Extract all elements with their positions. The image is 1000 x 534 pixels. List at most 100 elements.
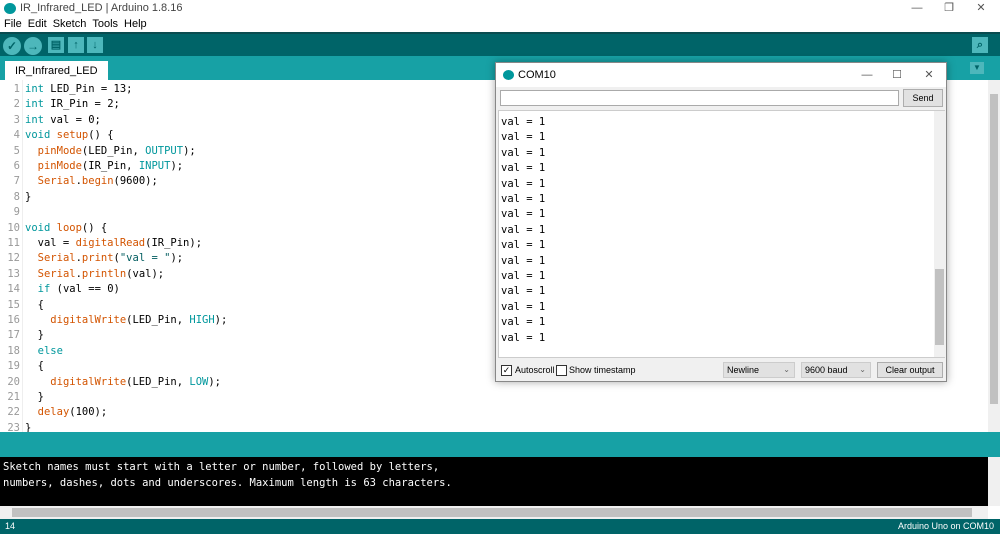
code-token: print	[81, 252, 114, 265]
code-token: if	[37, 283, 51, 296]
line-number: 22	[7, 406, 20, 419]
tab-ir-infrared-led[interactable]: IR_Infrared_LED	[5, 61, 108, 80]
console-horizontal-scrollbar[interactable]	[0, 506, 988, 519]
serial-output-line: val = 1	[501, 239, 546, 252]
show-timestamp-checkbox[interactable]	[556, 365, 567, 376]
serial-output-line: val = 1	[501, 208, 546, 221]
code-token: INPUT	[138, 160, 171, 172]
serial-output-line: val = 1	[501, 300, 546, 313]
window-title: IR_Infrared_LED | Arduino 1.8.16	[20, 2, 183, 14]
code-token: val =	[25, 237, 76, 249]
restore-button[interactable]: ❐	[934, 0, 964, 16]
code-token: {	[25, 298, 44, 311]
open-button[interactable]: ↑	[68, 37, 84, 53]
clear-output-button[interactable]: Clear output	[877, 362, 943, 378]
code-token: );	[208, 375, 221, 388]
code-token: LED_Pin = 13;	[50, 83, 133, 95]
line-number: 13	[7, 267, 20, 280]
code-line: Serial.print("val = ");	[25, 252, 183, 264]
code-token: (100);	[69, 406, 108, 419]
serial-close-button[interactable]: ✕	[914, 67, 944, 83]
code-token: setup	[56, 129, 89, 142]
line-number: 2	[13, 98, 20, 111]
line-number: 6	[13, 160, 20, 172]
minimize-button[interactable]: —	[902, 0, 932, 16]
line-number: 14	[7, 283, 20, 296]
code-token: );	[170, 160, 184, 172]
code-token: }	[25, 391, 44, 403]
code-line: }	[25, 191, 31, 203]
code-line: {	[25, 360, 44, 372]
status-board: Arduino Uno on COM10	[897, 521, 994, 531]
code-line: int IR_Pin = 2;	[25, 98, 120, 110]
console-scrollbar[interactable]	[988, 457, 1000, 506]
baud-select[interactable]: 9600 baud ⌄	[801, 362, 871, 378]
console-output: Sketch names must start with a letter or…	[0, 457, 988, 506]
serial-input[interactable]	[500, 90, 899, 106]
code-token: OUTPUT	[145, 144, 184, 157]
menu-sketch[interactable]: Sketch	[53, 18, 87, 30]
code-line: {	[25, 299, 44, 311]
code-line: }	[25, 422, 31, 432]
line-number: 1	[13, 83, 20, 95]
code-token: }	[25, 190, 32, 203]
line-number: 16	[7, 314, 20, 326]
serial-output: val = 1 val = 1 val = 1 val = 1 val = 1 val =…	[498, 110, 945, 358]
line-number: 17	[7, 329, 20, 342]
save-button[interactable]: ↓	[87, 37, 103, 53]
code-token: int	[25, 98, 44, 111]
serial-monitor-window: COM10 — ☐ ✕ Send val = 1 val = 1 val = 1 va…	[495, 62, 947, 382]
verify-button[interactable]: ✓	[3, 37, 21, 55]
baud-value: 9600 baud	[805, 365, 848, 375]
code-line: }	[25, 329, 44, 341]
code-token: (IR_Pin,	[81, 160, 139, 172]
code-token: delay	[37, 406, 70, 419]
code-token: Serial	[37, 267, 76, 280]
code-token: () {	[88, 129, 114, 142]
code-token: loop	[56, 221, 82, 234]
serial-output-line: val = 1	[501, 254, 546, 267]
editor-scrollbar[interactable]	[988, 80, 1000, 432]
code-token: pinMode	[37, 160, 82, 172]
send-button[interactable]: Send	[903, 89, 943, 107]
code-token: HIGH	[189, 314, 215, 326]
code-token: IR_Pin = 2;	[50, 98, 120, 111]
code-token: digitalWrite	[50, 314, 127, 326]
code-line: if (val == 0)	[25, 283, 120, 295]
menu-edit[interactable]: Edit	[28, 18, 47, 30]
code-token: (LED_Pin,	[126, 375, 190, 388]
new-button[interactable]: ▤	[48, 37, 64, 53]
tab-menu-button[interactable]: ▼	[970, 62, 984, 74]
menu-tools[interactable]: Tools	[92, 18, 118, 30]
line-ending-select[interactable]: Newline ⌄	[723, 362, 795, 378]
code-token: begin	[81, 175, 114, 188]
upload-button[interactable]: →	[24, 37, 42, 55]
show-timestamp-label: Show timestamp	[569, 365, 636, 375]
serial-title: COM10	[518, 69, 556, 81]
serial-maximize-button[interactable]: ☐	[882, 67, 912, 83]
menu-file[interactable]: File	[4, 18, 22, 30]
serial-scrollbar[interactable]	[934, 111, 945, 357]
code-line: pinMode(LED_Pin, OUTPUT);	[25, 145, 196, 157]
close-button[interactable]: ✕	[966, 0, 996, 16]
serial-monitor-button[interactable]: ⌕	[972, 37, 988, 53]
serial-minimize-button[interactable]: —	[852, 67, 882, 83]
line-number: 20	[7, 375, 20, 388]
line-number: 19	[7, 360, 20, 373]
code-line: int LED_Pin = 13;	[25, 83, 132, 95]
line-number: 11	[7, 237, 20, 249]
autoscroll-checkbox[interactable]: ✓	[501, 365, 512, 376]
line-number: 21	[7, 391, 20, 403]
line-number: 7	[13, 175, 20, 188]
line-number: 9	[13, 206, 20, 219]
code-token: );	[214, 314, 228, 326]
menu-help[interactable]: Help	[124, 18, 147, 30]
serial-output-line: val = 1	[501, 116, 546, 128]
code-line: delay(100);	[25, 406, 108, 419]
serial-output-line: val = 1	[501, 316, 546, 329]
code-token: Serial	[37, 252, 76, 265]
